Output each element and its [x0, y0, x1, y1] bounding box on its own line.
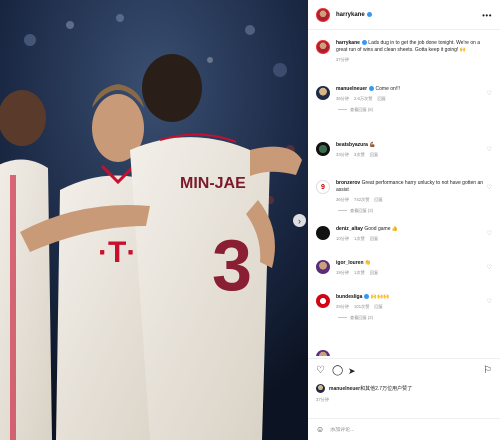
- comment-text: Come on!!!: [375, 86, 400, 92]
- comment-time: 36分钟: [336, 96, 350, 101]
- comment-likes[interactable]: 101次赞: [354, 304, 369, 309]
- comment-likes[interactable]: 1次赞: [354, 236, 365, 241]
- avatar[interactable]: [316, 260, 330, 274]
- liked-by[interactable]: manuelneuer和其他2.7万位用户赞了: [316, 384, 412, 393]
- view-replies-button[interactable]: 查看回复 (3): [338, 208, 492, 214]
- avatar[interactable]: [316, 226, 330, 240]
- comment-item: bundesliga 🙌🙌🙌 29分钟 101次赞 回复 查看回复 (2) ♡: [316, 294, 492, 321]
- avatar[interactable]: [316, 350, 330, 356]
- post-header: harrykane •••: [308, 0, 500, 30]
- comment-username[interactable]: bronzerov: [336, 180, 360, 186]
- comment-username[interactable]: beatsbyazura: [336, 142, 368, 148]
- heart-icon[interactable]: ♡: [487, 230, 492, 237]
- comments-list[interactable]: harrykane Lads dug in to get the job don…: [308, 30, 500, 356]
- caption-time: 37分钟: [336, 57, 350, 62]
- heart-icon[interactable]: ♡: [487, 298, 492, 305]
- jersey-number: 3: [212, 226, 252, 306]
- post-date: 37分钟: [316, 397, 330, 402]
- view-replies-button[interactable]: 查看回复 (2): [338, 315, 492, 321]
- reply-button[interactable]: 回复: [377, 96, 385, 101]
- verified-icon: [366, 12, 372, 17]
- avatar[interactable]: [316, 7, 330, 22]
- reply-button[interactable]: 回复: [374, 304, 382, 309]
- comment-username[interactable]: igor_louren: [336, 260, 364, 266]
- share-icon[interactable]: ➤: [348, 366, 356, 376]
- view-replies-button[interactable]: 查看回复 (6): [338, 107, 492, 113]
- comment-time: 36分钟: [336, 197, 350, 202]
- verified-icon: [361, 40, 367, 46]
- comment-input[interactable]: [330, 426, 481, 433]
- verified-icon: [369, 86, 375, 92]
- reply-button[interactable]: 回复: [370, 236, 378, 241]
- avatar[interactable]: [316, 40, 330, 54]
- comment-text: 💪🏾: [369, 142, 376, 148]
- comment-item: igor_louren 👏 19分钟 1次赞 回复 ♡: [316, 260, 492, 276]
- comment-likes[interactable]: 742次赞: [354, 197, 369, 202]
- comment-item: deniz_altay Good game 👍 10分钟 1次赞 回复 ♡: [316, 226, 492, 242]
- bookmark-icon[interactable]: ⚐: [483, 366, 492, 376]
- comment-icon[interactable]: ◯: [332, 366, 343, 376]
- add-comment-bar: ☺: [308, 418, 500, 440]
- more-icon[interactable]: •••: [482, 11, 492, 20]
- comment-likes[interactable]: 1次赞: [354, 270, 365, 275]
- caption-username[interactable]: harrykane: [336, 40, 360, 46]
- comment-likes[interactable]: 2.6万次赞: [354, 96, 372, 101]
- post-photo[interactable]: ·T· MIN-JAE 3 ›: [0, 0, 308, 440]
- comment-time: 19分钟: [336, 270, 350, 275]
- avatar[interactable]: [316, 294, 330, 308]
- verified-icon: [364, 294, 370, 300]
- post-caption: harrykane Lads dug in to get the job don…: [316, 40, 492, 63]
- heart-icon[interactable]: ♡: [487, 90, 492, 97]
- post-side-panel: harrykane ••• harrykane Lads dug in to g…: [308, 0, 500, 440]
- instagram-post-view: ·T· MIN-JAE 3 › harrykane ••• harrykane …: [0, 0, 500, 440]
- avatar[interactable]: [316, 86, 330, 100]
- jersey-name: MIN-JAE: [180, 175, 246, 192]
- comment-text: 👏: [364, 260, 372, 266]
- comment-likes[interactable]: 3次赞: [354, 152, 365, 157]
- comment-time: 10分钟: [336, 236, 350, 241]
- liked-by-username[interactable]: manuelneuer: [329, 386, 360, 392]
- heart-icon[interactable]: ♡: [487, 146, 492, 153]
- post-author-username[interactable]: harrykane: [336, 12, 365, 18]
- heart-icon[interactable]: ♡: [487, 264, 492, 271]
- comment-item: beatsbyazura 💪🏾 33分钟 3次赞 回复 ♡: [316, 142, 492, 158]
- chevron-right-icon[interactable]: ›: [293, 214, 306, 227]
- reply-button[interactable]: 回复: [370, 270, 378, 275]
- celebration-photo: ·T· MIN-JAE 3: [0, 0, 308, 440]
- avatar[interactable]: [316, 142, 330, 156]
- reply-button[interactable]: 回复: [374, 197, 382, 202]
- comment-username[interactable]: manuelneuer: [336, 86, 367, 92]
- comment-username[interactable]: deniz_altay: [336, 226, 363, 232]
- emoji-icon[interactable]: ☺: [316, 425, 324, 434]
- liked-by-text: 和其他2.7万位用户赞了: [360, 386, 413, 392]
- comment-username[interactable]: bundesliga: [336, 294, 362, 300]
- post-actions: ♡ ◯ ➤ ⚐: [308, 358, 500, 380]
- comment-time: 29分钟: [336, 304, 350, 309]
- heart-icon[interactable]: ♡: [487, 184, 492, 191]
- comment-item: 9 bronzerov Great performance harry unlu…: [316, 180, 492, 214]
- avatar: [316, 384, 325, 393]
- heart-icon[interactable]: ♡: [316, 366, 325, 376]
- avatar[interactable]: 9: [316, 180, 330, 194]
- reply-button[interactable]: 回复: [370, 152, 378, 157]
- comment-time: 33分钟: [336, 152, 350, 157]
- comment-text: Good game 👍: [364, 226, 399, 232]
- comment-text: 🙌🙌🙌: [370, 294, 390, 300]
- svg-text:·T·: ·T·: [98, 236, 136, 269]
- comment-item: manuelneuer Come on!!! 36分钟 2.6万次赞 回复 查看回复…: [316, 86, 492, 113]
